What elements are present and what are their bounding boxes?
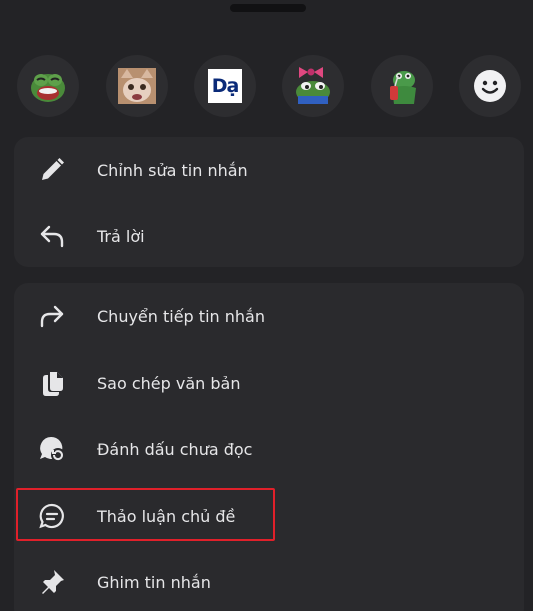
pepe-laugh-sticker[interactable] [17, 55, 79, 117]
pepe-bow-icon [296, 67, 330, 104]
mark-unread-icon [36, 433, 68, 465]
frog-drink-sticker[interactable] [371, 55, 433, 117]
menu-group-secondary: Chuyển tiếp tin nhắn Sao chép văn bản Đá… [14, 283, 524, 611]
menu-item-label: Chỉnh sửa tin nhắn [97, 160, 248, 180]
menu-item-pin-message[interactable]: Ghim tin nhắn [14, 551, 524, 611]
pin-icon [36, 566, 68, 598]
menu-item-mark-unread[interactable]: Đánh dấu chưa đọc [14, 418, 524, 480]
menu-item-label: Ghim tin nhắn [97, 572, 211, 592]
copy-icon [36, 367, 68, 399]
smile-emoji-icon [474, 70, 506, 102]
menu-item-thread-discussion[interactable]: Thảo luận chủ đề [14, 485, 524, 547]
menu-item-copy-text[interactable]: Sao chép văn bản [14, 352, 524, 414]
smile-emoji[interactable] [459, 55, 521, 117]
reply-icon [36, 220, 68, 252]
pepe-bow-sticker[interactable] [282, 55, 344, 117]
forward-icon [36, 300, 68, 332]
menu-group-primary: Chỉnh sửa tin nhắn Trả lời [14, 137, 524, 267]
pencil-icon [36, 154, 68, 186]
menu-item-label: Chuyển tiếp tin nhắn [97, 306, 265, 326]
thread-icon [36, 500, 68, 532]
reaction-bar: Dạ [0, 55, 533, 117]
menu-item-label: Thảo luận chủ đề [97, 506, 236, 526]
da-sticker[interactable]: Dạ [194, 55, 256, 117]
menu-item-label: Trả lời [97, 226, 145, 246]
menu-item-reply[interactable]: Trả lời [14, 205, 524, 267]
cat-face-sticker[interactable] [106, 55, 168, 117]
menu-item-label: Đánh dấu chưa đọc [97, 439, 253, 459]
drag-handle[interactable] [230, 4, 306, 12]
frog-drink-icon [390, 71, 416, 104]
menu-item-forward-message[interactable]: Chuyển tiếp tin nhắn [14, 285, 524, 347]
cat-face-icon [118, 68, 156, 104]
da-sticker-text: Dạ [208, 69, 242, 103]
menu-item-edit-message[interactable]: Chỉnh sửa tin nhắn [14, 139, 524, 201]
pepe-laugh-icon [31, 74, 65, 102]
menu-item-label: Sao chép văn bản [97, 373, 241, 393]
